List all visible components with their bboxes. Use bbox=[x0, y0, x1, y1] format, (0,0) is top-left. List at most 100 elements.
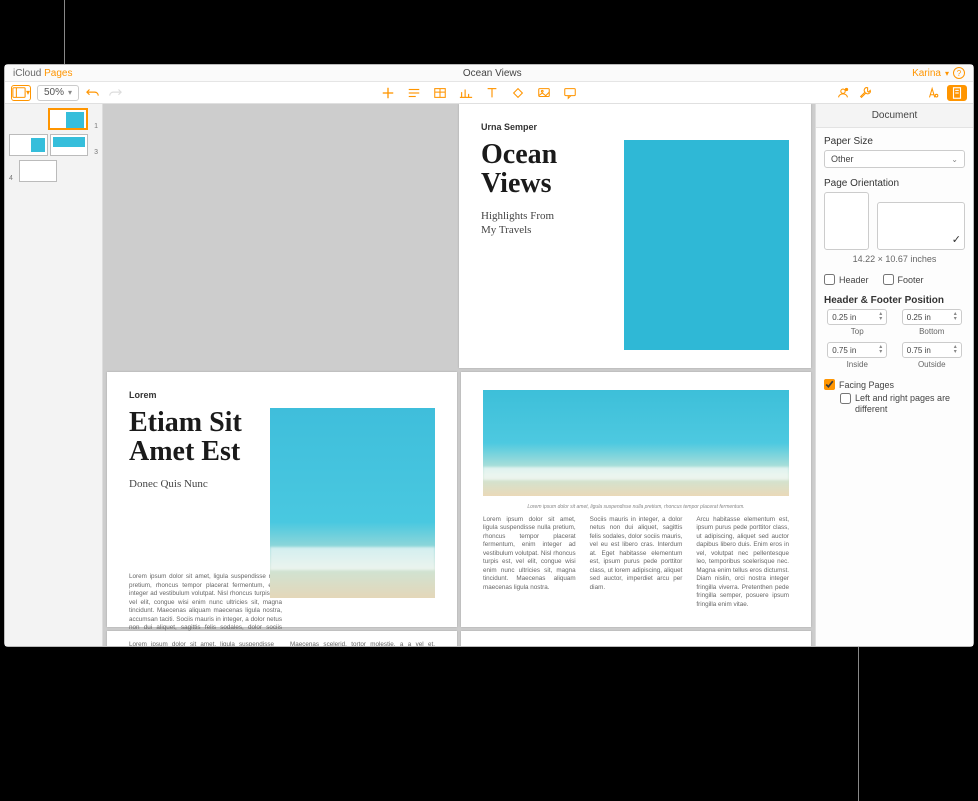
col-1: Lorem ipsum dolor sit amet, ligula suspe… bbox=[483, 516, 576, 610]
user-name: Karina bbox=[912, 68, 941, 79]
brand-prefix: iCloud bbox=[13, 68, 41, 79]
bottom-label: Bottom bbox=[919, 327, 944, 336]
paper-size-section: Paper Size Other ⌄ bbox=[824, 136, 965, 168]
help-icon[interactable]: ? bbox=[953, 67, 965, 79]
col-1: Lorem ipsum dolor sit amet, ligula suspe… bbox=[129, 641, 274, 646]
add-button[interactable] bbox=[380, 85, 396, 101]
page-3[interactable]: Lorem ipsum dolor sit amet, ligula suspe… bbox=[461, 372, 811, 627]
page-thumbnails: 1 3 4 bbox=[5, 104, 103, 646]
chart-icon[interactable] bbox=[458, 85, 474, 101]
user-menu[interactable]: Karina ▾ ? bbox=[912, 67, 965, 79]
header-checkbox[interactable]: Header bbox=[824, 274, 869, 285]
main-row: 1 3 4 Urna Semper bbox=[5, 104, 973, 646]
toolbar: ▾ 50% ▾ bbox=[5, 82, 973, 104]
spread-2: Lorem Etiam Sit Amet Est Donec Quis Nunc bbox=[107, 372, 811, 627]
undo-button[interactable] bbox=[85, 85, 101, 101]
stepper-arrows-icon: ▴▾ bbox=[879, 345, 882, 355]
view-button[interactable]: ▾ bbox=[11, 85, 31, 101]
page-dimensions: 14.22 × 10.67 inches bbox=[824, 254, 965, 264]
document-canvas[interactable]: Urna Semper Ocean Views Highlights From … bbox=[103, 104, 815, 646]
bottom-margin-stepper[interactable]: 0.25 in▴▾ bbox=[902, 309, 962, 325]
spread-1: Urna Semper Ocean Views Highlights From … bbox=[107, 104, 811, 368]
top-margin-stepper[interactable]: 0.25 in▴▾ bbox=[827, 309, 887, 325]
app-window: iCloud Pages Ocean Views Karina ▾ ? ▾ 50… bbox=[4, 64, 974, 647]
facing-pages-checkbox[interactable]: Facing Pages bbox=[824, 379, 965, 390]
thumb-number-1: 1 bbox=[90, 123, 98, 130]
thumb-row-2: 3 bbox=[9, 134, 98, 156]
thumbnail-page-1[interactable] bbox=[48, 108, 89, 130]
kicker: Lorem bbox=[129, 390, 435, 400]
chevron-down-icon: ▾ bbox=[945, 69, 949, 78]
format-button[interactable] bbox=[925, 85, 941, 101]
lr-different-checkbox[interactable]: Left and right pages are different bbox=[840, 393, 965, 415]
document-icon bbox=[950, 86, 964, 100]
top-label: Top bbox=[851, 327, 864, 336]
subhead: Donec Quis Nunc bbox=[129, 477, 250, 491]
col-2: Maecenas scelerid, tortor molestie, a a … bbox=[290, 641, 435, 646]
shape-icon[interactable] bbox=[510, 85, 526, 101]
col-2: Sociis mauris in integer, a dolor netus … bbox=[590, 516, 683, 610]
page-1[interactable]: Urna Semper Ocean Views Highlights From … bbox=[459, 104, 811, 368]
hf-position-label: Header & Footer Position bbox=[824, 295, 965, 306]
insert-group bbox=[380, 85, 578, 101]
zoom-select[interactable]: 50% ▾ bbox=[37, 85, 79, 101]
thumb-number-4: 4 bbox=[9, 175, 17, 182]
redo-button[interactable] bbox=[107, 85, 123, 101]
article-image bbox=[270, 408, 435, 598]
brand-suffix: Pages bbox=[44, 68, 72, 79]
document-inspector-button[interactable] bbox=[947, 85, 967, 101]
stepper-arrows-icon: ▴▾ bbox=[879, 312, 882, 322]
sidebar-icon bbox=[12, 86, 26, 100]
stepper-arrows-icon: ▴▾ bbox=[954, 312, 957, 322]
orientation-portrait[interactable] bbox=[824, 192, 869, 250]
thumb-number-3: 3 bbox=[90, 149, 98, 156]
thumb-row-1: 1 bbox=[9, 108, 98, 130]
callout-line-top bbox=[64, 0, 65, 64]
header-footer-checks: Header Footer bbox=[824, 274, 965, 285]
inspector-title: Document bbox=[816, 104, 973, 128]
collaborate-button[interactable] bbox=[835, 85, 851, 101]
page-2[interactable]: Lorem Etiam Sit Amet Est Donec Quis Nunc bbox=[107, 372, 457, 627]
subhead: Highlights From My Travels bbox=[481, 209, 604, 238]
text-icon[interactable] bbox=[484, 85, 500, 101]
table-icon[interactable] bbox=[432, 85, 448, 101]
chevron-down-icon: ▾ bbox=[68, 88, 72, 97]
thumbnail-page-3[interactable] bbox=[50, 134, 89, 156]
list-icon[interactable] bbox=[406, 85, 422, 101]
header-footer-position-section: Header & Footer Position 0.25 in▴▾ Top 0… bbox=[824, 295, 965, 369]
thumbnail-page-2[interactable] bbox=[9, 134, 48, 156]
facing-pages-section: Facing Pages Left and right pages are di… bbox=[824, 379, 965, 415]
inside-label: Inside bbox=[847, 360, 868, 369]
footer-checkbox[interactable]: Footer bbox=[883, 274, 924, 285]
text-columns: Lorem ipsum dolor sit amet, ligula suspe… bbox=[129, 641, 435, 646]
media-icon[interactable] bbox=[536, 85, 552, 101]
chevron-down-icon: ▾ bbox=[26, 88, 30, 97]
document-title: Ocean Views bbox=[73, 68, 913, 79]
checkmark-icon: ✓ bbox=[952, 233, 961, 246]
zoom-value: 50% bbox=[44, 87, 64, 98]
page-5[interactable] bbox=[461, 631, 811, 646]
kicker: Urna Semper bbox=[481, 122, 789, 132]
hero-image bbox=[624, 140, 789, 350]
spread-3: Lorem ipsum dolor sit amet, ligula suspe… bbox=[107, 631, 811, 646]
outside-margin-stepper[interactable]: 0.75 in▴▾ bbox=[902, 342, 962, 358]
stepper-arrows-icon: ▴▾ bbox=[954, 345, 957, 355]
headline: Etiam Sit Amet Est bbox=[129, 408, 250, 467]
comment-icon[interactable] bbox=[562, 85, 578, 101]
page-4[interactable]: Lorem ipsum dolor sit amet, ligula suspe… bbox=[107, 631, 457, 646]
paper-size-select[interactable]: Other ⌄ bbox=[824, 150, 965, 168]
paper-size-label: Paper Size bbox=[824, 136, 965, 147]
image-caption: Lorem ipsum dolor sit amet, ligula suspe… bbox=[483, 504, 789, 510]
headline: Ocean Views bbox=[481, 140, 604, 199]
outside-label: Outside bbox=[918, 360, 946, 369]
inspector-panel: Document Paper Size Other ⌄ Page Orienta… bbox=[815, 104, 973, 646]
orientation-landscape[interactable]: ✓ bbox=[877, 202, 965, 250]
thumbnail-page-4[interactable] bbox=[19, 160, 57, 182]
chevron-down-icon: ⌄ bbox=[951, 155, 958, 164]
tools-button[interactable] bbox=[857, 85, 873, 101]
titlebar: iCloud Pages Ocean Views Karina ▾ ? bbox=[5, 65, 973, 82]
col-3: Arcu habitasse elementum est, ipsum puru… bbox=[696, 516, 789, 610]
orientation-section: Page Orientation ✓ 14.22 × 10.67 inches bbox=[824, 178, 965, 264]
text-columns: Lorem ipsum dolor sit amet, ligula suspe… bbox=[483, 516, 789, 610]
inside-margin-stepper[interactable]: 0.75 in▴▾ bbox=[827, 342, 887, 358]
